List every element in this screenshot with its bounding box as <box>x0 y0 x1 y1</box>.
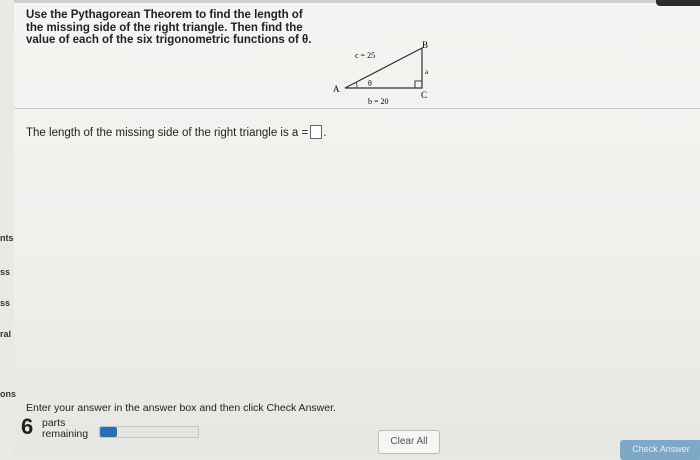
prompt-period: . <box>323 127 327 139</box>
theta-label: θ <box>368 79 372 88</box>
answer-input-box[interactable] <box>310 125 323 139</box>
side-a-label: a <box>425 68 429 76</box>
question-text: Use the Pythagorean Theorem to find the … <box>26 9 312 46</box>
parts-remaining-count: 6 <box>21 414 34 439</box>
clear-all-button[interactable]: Clear All <box>378 430 440 454</box>
parts-label-line2: remaining <box>42 428 89 440</box>
sidebar-label-5: ons <box>0 389 17 399</box>
top-border <box>14 0 700 3</box>
sidebar-label-3: ss <box>0 298 11 308</box>
top-right-corner <box>656 0 700 6</box>
parts-remaining-label: parts remaining <box>42 418 88 440</box>
answer-prompt: The length of the missing side of the ri… <box>26 125 326 140</box>
base-label: b = 20 <box>368 97 389 106</box>
right-triangle-figure: A B C c = 25 b = 20 a θ <box>333 40 429 106</box>
instructions-text: Enter your answer in the answer box and … <box>26 402 336 414</box>
prompt-text: The length of the missing side of the ri… <box>26 127 309 139</box>
hypotenuse-label: c = 25 <box>355 51 375 60</box>
sidebar-label-1: nts <box>0 233 14 243</box>
vertex-c-label: C <box>421 90 427 100</box>
question-divider <box>14 108 700 109</box>
angle-arc <box>355 81 358 89</box>
sidebar-label-4: ral <box>0 329 12 339</box>
right-angle-marker <box>414 80 422 88</box>
progress-bar <box>99 426 199 438</box>
check-answer-button[interactable]: Check Answer <box>620 440 700 460</box>
vertex-a-label: A <box>333 84 340 94</box>
vertex-b-label: B <box>422 40 428 50</box>
sidebar-label-2: ss <box>0 267 11 277</box>
progress-bar-fill <box>100 427 117 437</box>
